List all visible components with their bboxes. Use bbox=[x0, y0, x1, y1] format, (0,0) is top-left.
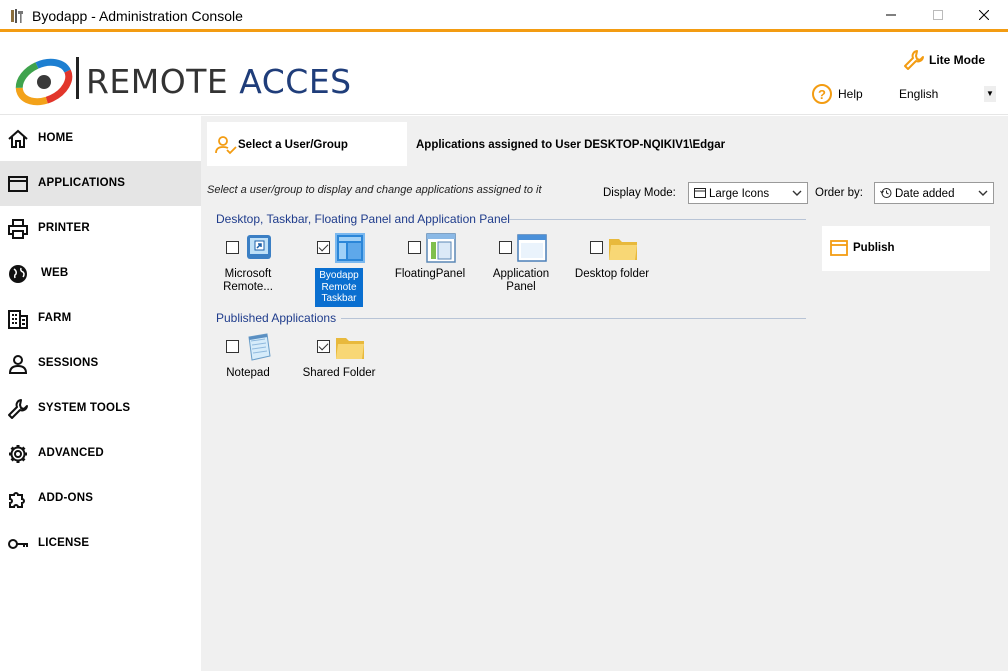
language-select[interactable]: English ▼ bbox=[894, 83, 1000, 105]
app-tools-icon bbox=[11, 9, 23, 23]
close-button[interactable] bbox=[961, 0, 1007, 30]
sidebar-item-applications[interactable]: APPLICATIONS bbox=[0, 161, 201, 206]
group-title-desktop-taskbar: Desktop, Taskbar, Floating Panel and App… bbox=[216, 212, 510, 226]
help-button[interactable]: ? Help bbox=[812, 83, 863, 105]
minimize-button[interactable] bbox=[868, 0, 914, 30]
app-checkbox[interactable] bbox=[499, 241, 512, 254]
logo-text-remote: REMOTE bbox=[86, 62, 229, 101]
home-icon bbox=[8, 129, 28, 148]
sidebar-item-label: SYSTEM TOOLS bbox=[38, 402, 131, 414]
assigned-apps-title: Applications assigned to User DESKTOP-NQ… bbox=[416, 139, 726, 151]
header: REMOTE ACCES Lite Mode ? Help English ▼ bbox=[0, 35, 1008, 115]
taskbar-icon bbox=[335, 233, 365, 263]
display-mode-label: Display Mode: bbox=[603, 187, 676, 199]
building-icon bbox=[8, 310, 28, 329]
sidebar-item-farm[interactable]: FARM bbox=[0, 296, 201, 341]
app-checkbox[interactable] bbox=[317, 340, 330, 353]
sidebar-item-system-tools[interactable]: SYSTEM TOOLS bbox=[0, 386, 201, 431]
key-icon bbox=[8, 539, 28, 549]
publish-label: Publish bbox=[853, 242, 895, 254]
sidebar-item-advanced[interactable]: ADVANCED bbox=[0, 431, 201, 476]
notepad-icon bbox=[248, 333, 271, 361]
wrench-icon bbox=[904, 50, 924, 70]
gear-icon bbox=[9, 445, 27, 463]
sidebar-item-label: ADD-ONS bbox=[38, 492, 94, 504]
sidebar-item-printer[interactable]: PRINTER bbox=[0, 206, 201, 251]
sidebar-item-label: FARM bbox=[38, 312, 72, 324]
app-label: Byodapp Remote Taskbar bbox=[315, 268, 363, 307]
sidebar-item-label: WEB bbox=[41, 267, 69, 279]
main-panel: Select a User/Group Applications assigne… bbox=[201, 116, 1008, 671]
folder-icon bbox=[336, 338, 364, 359]
app-label: FloatingPanel bbox=[394, 268, 466, 280]
title-bar: Byodapp - Administration Console bbox=[0, 0, 1008, 32]
display-mode-value: Large Icons bbox=[709, 188, 770, 200]
sidebar-item-label: HOME bbox=[38, 132, 74, 144]
app-checkbox[interactable] bbox=[226, 241, 239, 254]
sidebar-item-label: PRINTER bbox=[38, 222, 90, 234]
help-label: Help bbox=[838, 87, 863, 101]
maximize-button[interactable] bbox=[915, 0, 961, 30]
user-icon bbox=[8, 355, 28, 374]
display-mode-select[interactable]: Large Icons bbox=[688, 182, 808, 204]
order-by-value: Date added bbox=[895, 188, 955, 200]
publish-button[interactable]: Publish bbox=[822, 226, 990, 271]
select-user-group-label: Select a User/Group bbox=[238, 139, 348, 151]
window-icon bbox=[694, 188, 706, 198]
window-title: Byodapp - Administration Console bbox=[32, 8, 243, 24]
sidebar: HOME APPLICATIONS PRINTER WEB FARM SESSI… bbox=[0, 116, 201, 671]
app-label: Microsoft Remote... bbox=[223, 268, 273, 293]
printer-icon bbox=[8, 219, 28, 239]
folder-icon bbox=[609, 239, 637, 260]
wrench-icon bbox=[8, 399, 28, 419]
logo-text: REMOTE ACCES bbox=[86, 62, 352, 101]
minimize-icon bbox=[886, 14, 896, 16]
chevron-down-icon bbox=[978, 190, 988, 196]
history-icon bbox=[880, 188, 892, 198]
application-panel-icon bbox=[517, 234, 547, 262]
sidebar-item-home[interactable]: HOME bbox=[0, 116, 201, 161]
maximize-icon bbox=[933, 10, 943, 20]
app-checkbox[interactable] bbox=[317, 241, 330, 254]
puzzle-icon bbox=[9, 492, 25, 508]
floating-panel-icon bbox=[426, 233, 456, 263]
group-title-published-applications: Published Applications bbox=[216, 311, 337, 325]
window-icon bbox=[8, 176, 28, 192]
sidebar-item-label: LICENSE bbox=[38, 537, 90, 549]
sidebar-item-web[interactable]: WEB bbox=[0, 251, 201, 296]
lite-mode-label: Lite Mode bbox=[929, 53, 985, 67]
app-label: Shared Folder bbox=[302, 367, 376, 379]
app-label: Notepad bbox=[226, 367, 270, 379]
select-user-group-button[interactable]: Select a User/Group bbox=[207, 122, 407, 166]
user-check-icon bbox=[215, 136, 237, 155]
sidebar-item-sessions[interactable]: SESSIONS bbox=[0, 341, 201, 386]
globe-icon bbox=[9, 265, 27, 283]
order-by-select[interactable]: Date added bbox=[874, 182, 994, 204]
lite-mode-button[interactable]: Lite Mode bbox=[903, 49, 985, 71]
dropdown-arrow-icon: ▼ bbox=[984, 86, 996, 102]
logo-divider bbox=[76, 57, 79, 99]
group-divider bbox=[509, 219, 806, 220]
sidebar-item-add-ons[interactable]: ADD-ONS bbox=[0, 476, 201, 521]
help-icon: ? bbox=[812, 84, 832, 104]
window-icon bbox=[830, 240, 848, 256]
app-checkbox[interactable] bbox=[226, 340, 239, 353]
sidebar-item-label: ADVANCED bbox=[38, 447, 104, 459]
sidebar-item-label: SESSIONS bbox=[38, 357, 99, 369]
app-label: Application Panel bbox=[492, 268, 550, 293]
hint-text: Select a user/group to display and chang… bbox=[207, 184, 542, 196]
language-value: English bbox=[899, 87, 939, 101]
order-by-label: Order by: bbox=[815, 187, 863, 199]
sidebar-item-license[interactable]: LICENSE bbox=[0, 521, 201, 566]
chevron-down-icon bbox=[792, 190, 802, 196]
app-checkbox[interactable] bbox=[590, 241, 603, 254]
group-divider bbox=[341, 318, 806, 319]
app-label: Desktop folder bbox=[574, 268, 650, 280]
remote-acces-logo-icon bbox=[15, 58, 73, 106]
app-checkbox[interactable] bbox=[408, 241, 421, 254]
close-icon bbox=[978, 9, 990, 21]
logo-text-acces: ACCES bbox=[239, 62, 352, 101]
remote-desktop-icon bbox=[247, 235, 271, 259]
sidebar-item-label: APPLICATIONS bbox=[38, 177, 126, 189]
